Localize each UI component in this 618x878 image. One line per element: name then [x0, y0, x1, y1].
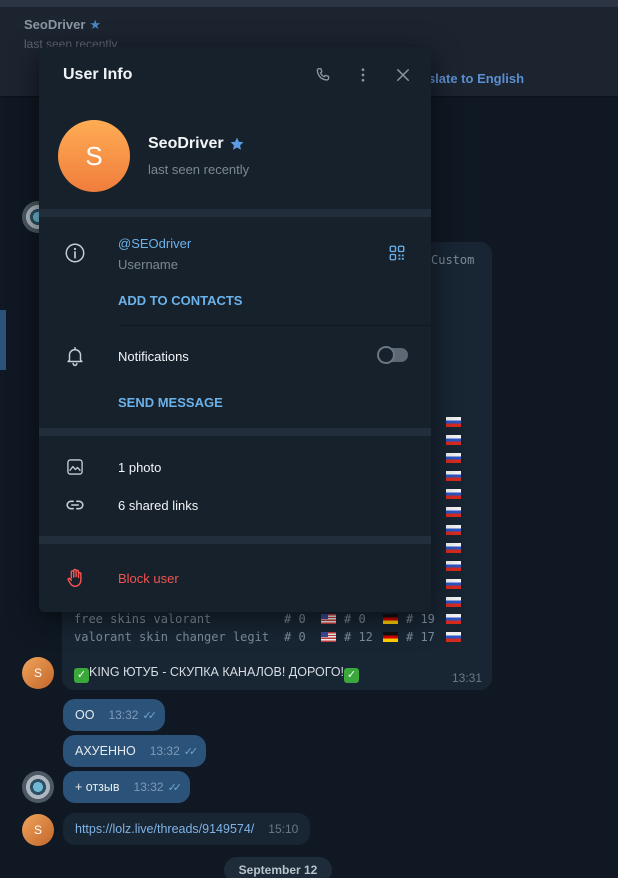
stats-row-value: # 19: [406, 612, 435, 626]
promo-line: ✓ KING ЮТУБ - СКУПКА КАНАЛОВ! ДОРОГО! ✓: [74, 665, 360, 683]
star-icon[interactable]: [229, 136, 245, 152]
link-icon: [63, 493, 87, 517]
chat-list-selection-stripe: [0, 310, 6, 370]
stats-row-value: # 17: [406, 630, 435, 644]
message-time: 13:32: [108, 708, 139, 722]
flag-ru-icon: [446, 507, 461, 517]
message-time: 13:31: [451, 671, 482, 685]
profile-status: last seen recently: [148, 162, 250, 177]
stats-row-value: # 0: [344, 612, 366, 626]
username-label: Username: [118, 257, 178, 272]
more-vertical-icon[interactable]: [353, 65, 373, 85]
bell-icon: [63, 344, 87, 368]
close-icon[interactable]: [393, 65, 413, 85]
flag-ru-icon: [446, 525, 461, 535]
premium-star-icon: ★: [89, 17, 102, 32]
read-ticks-icon: ✓✓: [142, 710, 157, 722]
flag-ru-icon: [446, 597, 461, 607]
profile-avatar[interactable]: S: [58, 120, 130, 192]
message-time: 15:10: [268, 822, 299, 836]
photo-icon: [63, 455, 87, 479]
hand-stop-icon: [63, 566, 87, 590]
flag-ru-icon: [446, 471, 461, 481]
message-bubble[interactable]: + отзыв 13:32 ✓✓: [63, 771, 190, 803]
message-link[interactable]: https://lolz.live/threads/9149574/: [75, 822, 254, 836]
section-divider: [39, 536, 431, 544]
send-message-button[interactable]: SEND MESSAGE: [118, 395, 223, 410]
flag-de-icon: [383, 614, 398, 624]
read-ticks-icon: ✓✓: [167, 782, 183, 794]
stats-row-label: free skins valorant: [74, 612, 212, 626]
flag-us-icon: [321, 614, 336, 624]
check-mark-emoji-icon: ✓: [344, 668, 360, 683]
date-separator: September 12: [224, 857, 332, 878]
flag-ru-icon: [446, 543, 461, 553]
info-icon: [63, 241, 87, 265]
section-divider: [39, 428, 431, 436]
shared-photos-item[interactable]: 1 photo: [118, 460, 161, 475]
stats-header-text: Custom: [431, 253, 475, 267]
stats-row-value: # 12: [344, 630, 373, 644]
message-time: 13:32: [149, 744, 180, 758]
stats-row-value: # 0: [284, 630, 306, 644]
section-divider: [39, 209, 431, 217]
flag-ru-icon: [446, 614, 461, 624]
row-separator: [118, 325, 431, 326]
message-text: + отзыв: [75, 780, 120, 794]
flag-us-icon: [321, 632, 336, 642]
profile-name: SeoDriver: [148, 135, 224, 152]
flag-ru-icon: [446, 489, 461, 499]
chat-title: SeoDriver ★: [24, 17, 102, 32]
flag-ru-icon: [446, 579, 461, 589]
read-ticks-icon: ✓✓: [183, 746, 199, 758]
message-text: ОО: [75, 708, 95, 722]
dialog-title: User Info: [63, 66, 133, 83]
user-info-dialog: User Info S SeoDriver last seen recently…: [39, 47, 431, 612]
flag-ru-icon: [446, 453, 461, 463]
toggle-knob: [377, 346, 395, 364]
flag-ru-icon: [446, 561, 461, 571]
sender-avatar[interactable]: S: [22, 814, 54, 846]
message-bubble[interactable]: АХУЕННО 13:32 ✓✓: [63, 735, 207, 767]
check-mark-emoji-icon: ✓: [74, 668, 89, 683]
message-bubble[interactable]: ОО 13:32 ✓✓: [63, 699, 165, 731]
message-time: 13:32: [133, 780, 164, 794]
flag-ru-icon: [446, 632, 461, 642]
qr-code-icon[interactable]: [388, 244, 408, 264]
username-link[interactable]: @SEOdriver: [118, 236, 191, 251]
phone-icon[interactable]: [313, 65, 333, 85]
stats-row-value: # 0: [284, 612, 306, 626]
flag-ru-icon: [446, 417, 461, 427]
flag-ru-icon: [446, 435, 461, 445]
block-user-button[interactable]: Block user: [118, 571, 179, 586]
notifications-label: Notifications: [118, 349, 189, 364]
add-to-contacts-button[interactable]: ADD TO CONTACTS: [118, 293, 242, 308]
flag-de-icon: [383, 632, 398, 642]
message-bubble-link[interactable]: https://lolz.live/threads/9149574/15:10: [63, 813, 311, 845]
notifications-toggle[interactable]: [377, 346, 408, 364]
shared-links-item[interactable]: 6 shared links: [118, 498, 198, 513]
stats-row-label: valorant skin changer legit: [74, 630, 270, 644]
message-text: АХУЕННО: [75, 744, 136, 758]
sender-avatar-eye[interactable]: [22, 771, 54, 803]
translate-button[interactable]: nslate to English: [420, 71, 524, 86]
window-top-strip: [0, 0, 618, 7]
sender-avatar[interactable]: S: [22, 657, 54, 689]
